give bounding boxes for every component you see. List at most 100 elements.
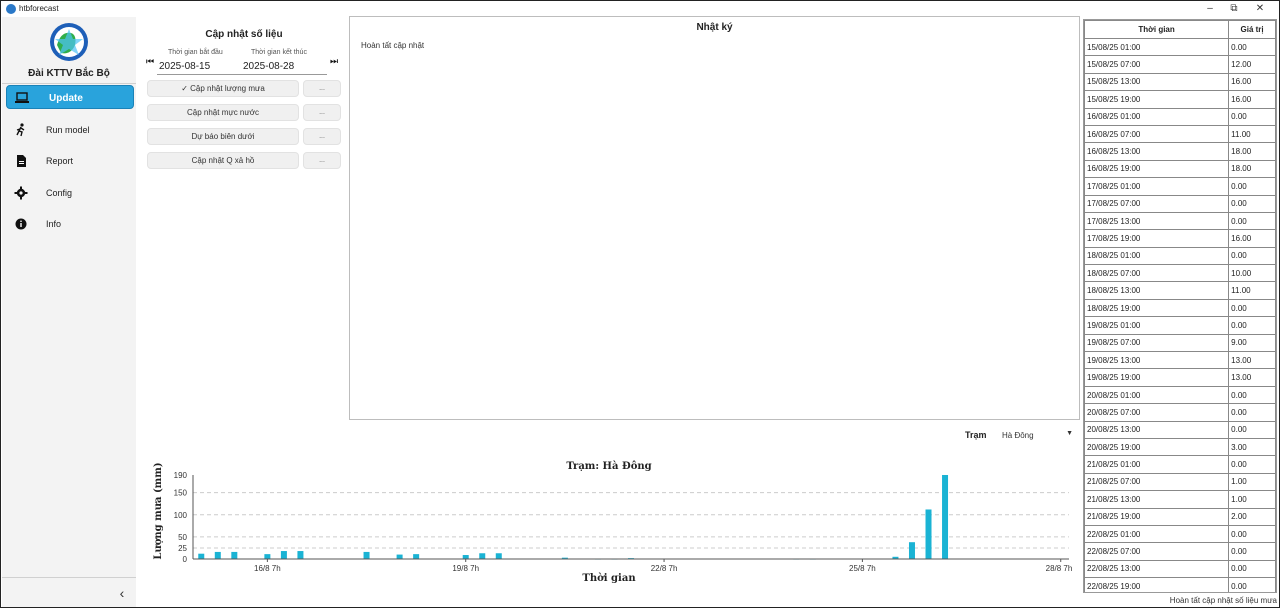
- cell-time: 19/08/25 07:00: [1084, 333, 1230, 353]
- table-row[interactable]: 15/08/25 07:00 12.00: [1084, 55, 1276, 74]
- table-row[interactable]: 19/08/25 01:00 0.00: [1084, 316, 1276, 335]
- table-row[interactable]: 15/08/25 01:00 0.00: [1084, 37, 1276, 57]
- table-row[interactable]: 18/08/25 13:00 11.00: [1084, 281, 1276, 300]
- table-row[interactable]: 21/08/25 01:00 0.00: [1084, 455, 1276, 474]
- table-row[interactable]: 22/08/25 13:00 0.00: [1084, 559, 1276, 579]
- chart-svg: Trạm: Hà Đông 0 25 50 100 150 190 16/8 7h 19/8 …: [153, 461, 1072, 584]
- restore-button[interactable]: ⧉: [1223, 2, 1245, 16]
- cell-value: 9.00: [1228, 333, 1276, 353]
- cell-time: 22/08/25 19:00: [1084, 577, 1230, 592]
- cell-value: 1.00: [1228, 472, 1276, 492]
- table-row[interactable]: 15/08/25 19:00 16.00: [1084, 90, 1276, 109]
- table-row[interactable]: 16/08/25 13:00 18.00: [1084, 142, 1276, 161]
- chart-bar: [280, 551, 287, 559]
- cell-time: 17/08/25 13:00: [1084, 211, 1230, 231]
- next-period-icon[interactable]: ⏭: [330, 56, 338, 67]
- sidebar-item-label: Config: [46, 188, 73, 198]
- chart-grid: [193, 492, 1069, 549]
- forecast-lower-boundary-button[interactable]: Dự báo biên dưới: [147, 128, 299, 145]
- table-row[interactable]: 21/08/25 19:00 2.00: [1084, 507, 1276, 526]
- table-row[interactable]: 20/08/25 07:00 0.00: [1084, 403, 1276, 422]
- station-select[interactable]: Hà Đông ▼: [999, 427, 1077, 443]
- cell-value: 0.00: [1228, 455, 1276, 474]
- table-row[interactable]: 18/08/25 07:00 10.00: [1084, 264, 1276, 283]
- table-row[interactable]: 16/08/25 07:00 11.00: [1084, 124, 1276, 144]
- table-row[interactable]: 16/08/25 01:00 0.00: [1084, 107, 1276, 126]
- update-reservoir-discharge-more-button[interactable]: ...: [303, 152, 341, 169]
- chart-bar: [363, 551, 370, 559]
- table-row[interactable]: 20/08/25 01:00 0.00: [1084, 385, 1276, 405]
- sidebar-item-label: Run model: [46, 125, 90, 135]
- update-water-level-more-button[interactable]: ...: [303, 104, 341, 121]
- table-row[interactable]: 21/08/25 07:00 1.00: [1084, 472, 1276, 492]
- table-body: 15/08/25 01:00 0.00 15/08/25 07:00 12.00 15/…: [1084, 37, 1276, 592]
- cell-time: 21/08/25 01:00: [1084, 455, 1230, 474]
- table-row[interactable]: 16/08/25 19:00 18.00: [1084, 159, 1276, 179]
- x-tick-label: 22/8 7h: [651, 564, 678, 573]
- cell-value: 0.00: [1228, 246, 1276, 266]
- start-date-label: Thời gian bắt đầu: [168, 49, 223, 56]
- sidebar-item-label: Update: [49, 93, 83, 104]
- table-row[interactable]: 18/08/25 19:00 0.00: [1084, 298, 1276, 318]
- laptop-icon: [15, 91, 29, 105]
- x-tick-label: 16/8 7h: [254, 564, 281, 573]
- gear-icon: [14, 186, 28, 200]
- info-icon: [14, 217, 28, 231]
- cell-time: 19/08/25 01:00: [1084, 316, 1230, 335]
- table-row[interactable]: 17/08/25 01:00 0.00: [1084, 177, 1276, 196]
- update-rainfall-button[interactable]: ✓ Cập nhật lượng mưa: [147, 80, 299, 97]
- sidebar-item-update[interactable]: Update: [6, 85, 134, 109]
- column-header-value[interactable]: Giá trị: [1228, 20, 1276, 39]
- update-water-level-button[interactable]: Cập nhật mực nước: [147, 104, 299, 121]
- window-title: htbforecast: [19, 4, 59, 13]
- minimize-button[interactable]: –: [1199, 2, 1221, 16]
- table-row[interactable]: 21/08/25 13:00 1.00: [1084, 490, 1276, 509]
- table-row[interactable]: 19/08/25 19:00 13.00: [1084, 368, 1276, 387]
- table-row[interactable]: 15/08/25 13:00 16.00: [1084, 72, 1276, 92]
- end-date-field[interactable]: [243, 61, 313, 72]
- sidebar-item-label: Report: [46, 156, 74, 166]
- cell-time: 18/08/25 13:00: [1084, 281, 1230, 300]
- start-date-field[interactable]: [159, 61, 229, 72]
- table-row[interactable]: 22/08/25 01:00 0.00: [1084, 524, 1276, 544]
- table-row[interactable]: 19/08/25 13:00 13.00: [1084, 351, 1276, 370]
- cell-time: 17/08/25 19:00: [1084, 229, 1230, 248]
- data-table[interactable]: Thời gian Giá trị 15/08/25 01:00 0.00 15/0…: [1083, 19, 1277, 593]
- table-row[interactable]: 17/08/25 13:00 0.00: [1084, 211, 1276, 231]
- cell-time: 21/08/25 07:00: [1084, 472, 1230, 492]
- table-row[interactable]: 17/08/25 07:00 0.00: [1084, 194, 1276, 213]
- chart-bar: [942, 475, 949, 559]
- table-row[interactable]: 20/08/25 13:00 0.00: [1084, 420, 1276, 439]
- cell-value: 0.00: [1228, 211, 1276, 231]
- chart-bar: [495, 553, 502, 559]
- update-reservoir-discharge-button[interactable]: Cập nhật Q xả hồ: [147, 152, 299, 169]
- station-value: Hà Đông: [1002, 431, 1034, 440]
- table-row[interactable]: 19/08/25 07:00 9.00: [1084, 333, 1276, 353]
- cell-value: 18.00: [1228, 159, 1276, 179]
- prev-period-icon[interactable]: ⏮: [146, 56, 154, 67]
- table-row[interactable]: 22/08/25 19:00 0.00: [1084, 577, 1276, 592]
- cell-time: 16/08/25 01:00: [1084, 107, 1230, 126]
- station-label: Trạm: [965, 430, 987, 440]
- sidebar-item-info[interactable]: Info: [6, 212, 134, 236]
- sidebar-item-run-model[interactable]: Run model: [6, 118, 134, 142]
- forecast-lower-boundary-more-button[interactable]: ...: [303, 128, 341, 145]
- sidebar-item-config[interactable]: Config: [6, 181, 134, 205]
- close-button[interactable]: ✕: [1249, 2, 1271, 16]
- chart-bar: [297, 551, 304, 559]
- cell-value: 16.00: [1228, 72, 1276, 92]
- cell-value: 0.00: [1228, 177, 1276, 196]
- table-row[interactable]: 20/08/25 19:00 3.00: [1084, 437, 1276, 457]
- cell-time: 15/08/25 13:00: [1084, 72, 1230, 92]
- cell-time: 15/08/25 07:00: [1084, 55, 1230, 74]
- column-header-time[interactable]: Thời gian: [1084, 20, 1230, 39]
- cell-time: 16/08/25 07:00: [1084, 124, 1230, 144]
- update-rainfall-more-button[interactable]: ...: [303, 80, 341, 97]
- cell-time: 17/08/25 07:00: [1084, 194, 1230, 213]
- sidebar-item-report[interactable]: Report: [6, 149, 134, 173]
- table-row[interactable]: 18/08/25 01:00 0.00: [1084, 246, 1276, 266]
- table-row[interactable]: 22/08/25 07:00 0.00: [1084, 542, 1276, 561]
- log-panel[interactable]: Nhật ký Hoàn tất cập nhật: [349, 16, 1080, 420]
- table-row[interactable]: 17/08/25 19:00 16.00: [1084, 229, 1276, 248]
- collapse-sidebar-button[interactable]: ‹: [114, 585, 130, 601]
